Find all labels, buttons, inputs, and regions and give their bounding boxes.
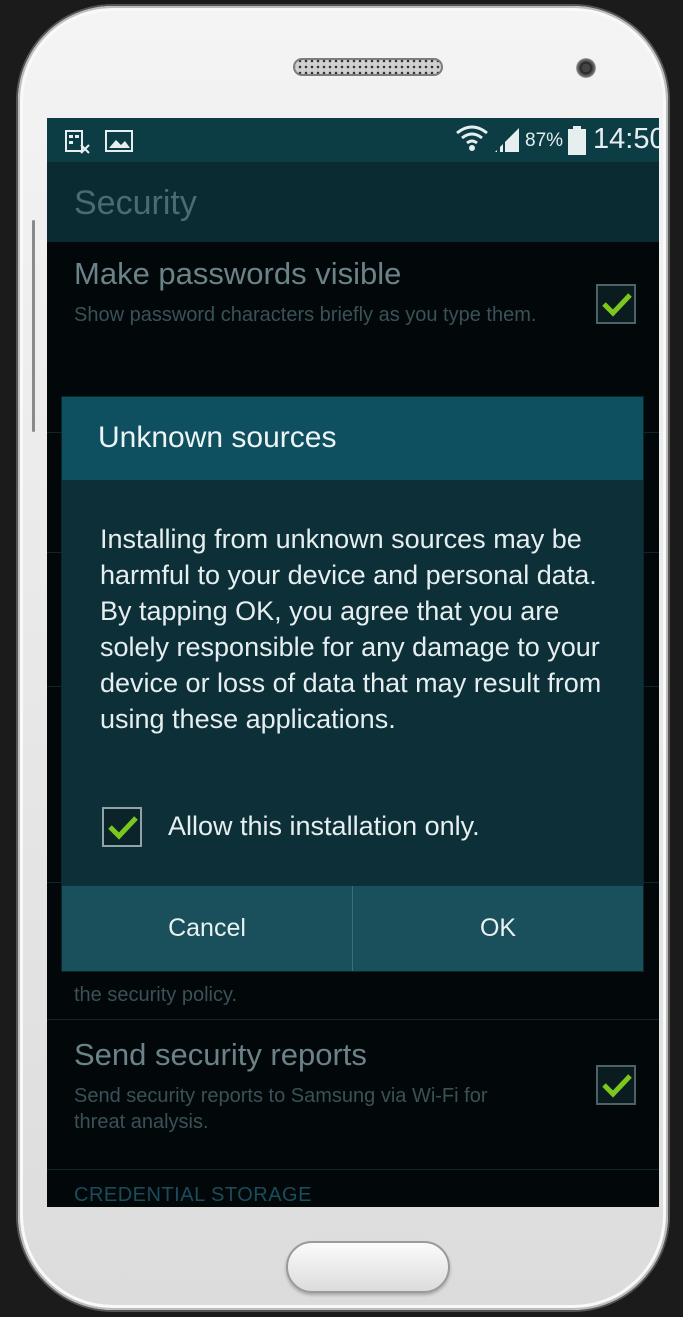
section-header-credential-storage: CREDENTIAL STORAGE xyxy=(74,1184,312,1206)
status-bar: 87% 14:50 xyxy=(47,118,659,162)
setting-summary: Show password characters briefly as you … xyxy=(74,304,537,326)
clock: 14:50 xyxy=(593,123,659,155)
cancel-button[interactable]: Cancel xyxy=(62,886,352,971)
setting-summary: Send security reports to Samsung via Wi-… xyxy=(74,1085,488,1133)
battery-icon xyxy=(567,126,587,160)
screen: 87% 14:50 Security Make passwords visibl… xyxy=(47,118,659,1207)
action-bar: Security xyxy=(47,162,659,242)
dialog-message: Installing from unknown sources may be h… xyxy=(100,524,602,734)
screen-mirroring-icon xyxy=(65,130,91,158)
unknown-sources-dialog: Unknown sources Installing from unknown … xyxy=(62,397,643,971)
send-security-reports-checkbox[interactable] xyxy=(596,1065,636,1105)
image-icon xyxy=(105,130,133,156)
earpiece-speaker xyxy=(293,58,443,76)
dialog-header: Unknown sources xyxy=(62,397,643,480)
ok-button[interactable]: OK xyxy=(353,886,643,971)
setting-send-security-reports[interactable]: Send security reports Send security repo… xyxy=(47,1019,659,1170)
signal-icon xyxy=(491,126,521,158)
setting-title: Make passwords visible xyxy=(74,256,402,291)
allow-this-installation-option[interactable]: Allow this installation only. xyxy=(102,805,602,851)
make-passwords-visible-checkbox[interactable] xyxy=(596,284,636,324)
battery-percent: 87% xyxy=(525,130,564,151)
side-key xyxy=(32,220,35,432)
allow-this-installation-checkbox[interactable] xyxy=(102,807,142,847)
page-title: Security xyxy=(74,184,197,222)
dialog-button-bar: Cancel OK xyxy=(62,886,643,971)
allow-this-installation-label: Allow this installation only. xyxy=(168,811,480,841)
wifi-icon xyxy=(455,124,489,158)
setting-summary: the security policy. xyxy=(74,984,238,1006)
front-camera xyxy=(576,58,596,78)
home-button[interactable] xyxy=(286,1241,450,1293)
dialog-title: Unknown sources xyxy=(98,421,337,454)
setting-title: Send security reports xyxy=(74,1037,367,1072)
